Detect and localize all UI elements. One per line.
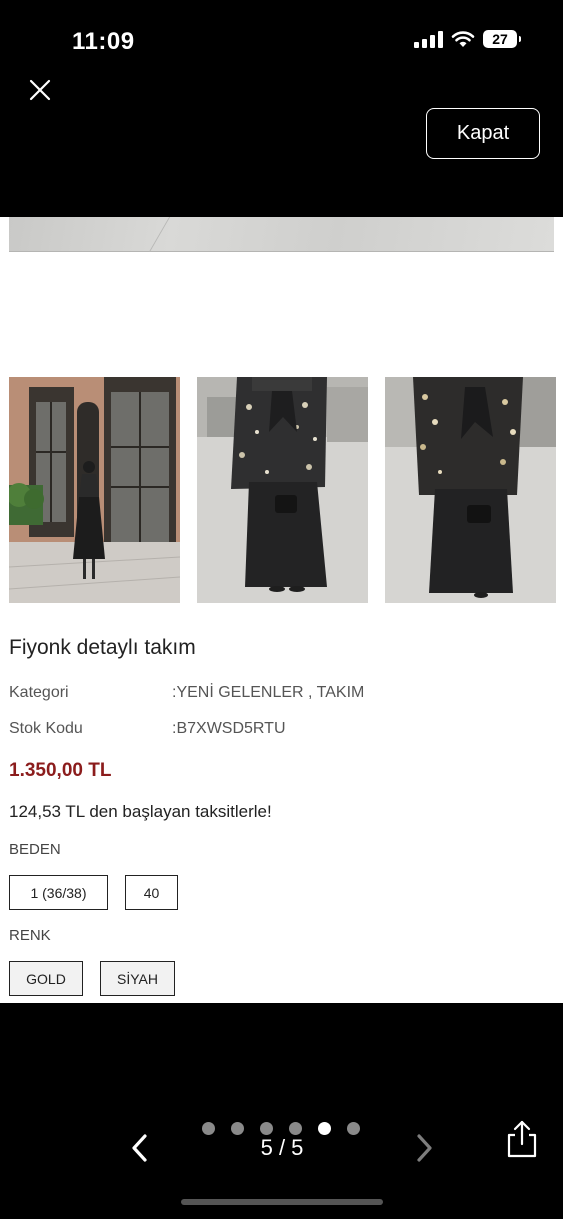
size-option[interactable]: 40 [125,875,178,910]
screen: 11:09 27 Kapat Fiyonk detaylı takım Kate… [0,0,563,1219]
thumbnail-3[interactable] [385,377,556,603]
size-label: BEDEN [9,841,61,858]
size-option[interactable]: 1 (36/38) [9,875,108,910]
page-dot[interactable] [289,1122,302,1135]
page-dot[interactable] [260,1122,273,1135]
web-content: Fiyonk detaylı takım Kategori :YENİ GELE… [0,217,563,1003]
sku-label: Stok Kodu [9,720,83,737]
category-label: Kategori [9,684,69,701]
hero-image [9,217,554,252]
category-value[interactable]: :YENİ GELENLER , TAKIM [172,684,364,702]
close-icon[interactable] [24,74,56,106]
status-bar: 11:09 27 [0,0,563,70]
product-title: Fiyonk detaylı takım [9,636,196,659]
color-option[interactable]: SİYAH [100,961,175,996]
installment-text: 124,53 TL den başlayan taksitlerle! [9,802,272,821]
page-dot-active[interactable] [318,1122,331,1135]
share-icon[interactable] [505,1119,539,1159]
status-icons: 27 [414,30,521,48]
signal-icon [414,30,443,48]
page-dots [202,1122,360,1135]
chevron-right-icon[interactable] [410,1131,438,1165]
page-dot[interactable] [202,1122,215,1135]
chevron-left-icon[interactable] [126,1131,154,1165]
bottom-toolbar: 5 / 5 [0,1003,563,1219]
kapat-button[interactable]: Kapat [426,108,540,159]
status-time: 11:09 [72,28,135,55]
color-option[interactable]: GOLD [9,961,83,996]
thumbnail-2[interactable] [197,377,368,603]
product-price: 1.350,00 TL [9,760,112,781]
page-dot[interactable] [347,1122,360,1135]
page-counter: 5 / 5 [260,1135,304,1160]
battery-icon: 27 [483,30,521,48]
home-indicator [181,1199,383,1205]
sku-value: :B7XWSD5RTU [172,720,286,737]
thumbnail-gallery [9,377,556,603]
page-dot[interactable] [231,1122,244,1135]
thumbnail-1[interactable] [9,377,180,603]
color-label: RENK [9,927,51,944]
wifi-icon [451,31,475,47]
